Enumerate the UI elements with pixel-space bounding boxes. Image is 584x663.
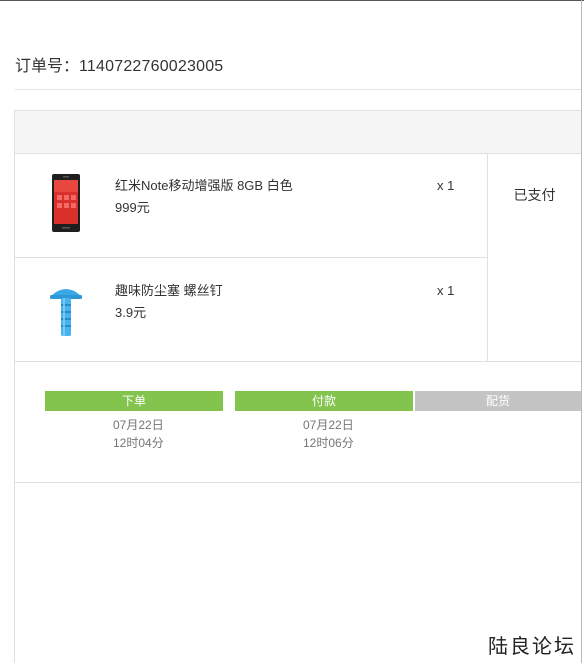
item-price: 999元: [115, 200, 150, 215]
progress-step-picking: 配货: [415, 391, 581, 411]
order-status-column: 已支付: [487, 153, 581, 361]
progress-step-time: 12时04分: [113, 436, 164, 450]
payment-status: 已支付: [513, 187, 556, 203]
order-box-header: [15, 111, 581, 154]
order-number-label: 订单号：: [15, 58, 80, 75]
item-name[interactable]: 趣味防尘塞 螺丝钉: [115, 280, 223, 299]
order-progress-tracker: 下单 07月22日 12时04分 付款 07月22日 12时06分 配货: [15, 361, 581, 483]
progress-step-date: 07月22日: [113, 418, 164, 432]
progress-step-payment: 付款 07月22日 12时06分: [235, 391, 413, 452]
order-item-list: 红米Note移动增强版 8GB 白色 999元 x 1 趣味防尘塞 螺丝钉 3.…: [15, 153, 487, 361]
item-price: 3.9元: [115, 305, 147, 320]
order-item[interactable]: 红米Note移动增强版 8GB 白色 999元 x 1: [15, 153, 487, 257]
progress-step-time: 12时06分: [303, 436, 354, 450]
item-quantity: x 1: [437, 178, 455, 193]
order-number-value: 1140722760023005: [79, 58, 224, 75]
item-quantity: x 1: [437, 283, 455, 298]
window-right-border: [581, 0, 582, 663]
progress-step-label: 下单: [45, 391, 223, 411]
progress-step-label: 配货: [415, 391, 581, 411]
order-item[interactable]: 趣味防尘塞 螺丝钉 3.9元 x 1: [15, 257, 487, 361]
progress-step-date: 07月22日: [303, 418, 354, 432]
blue-screw-plug-icon[interactable]: [43, 276, 89, 342]
forum-watermark: 陆良论坛: [488, 634, 576, 658]
header-divider: [15, 89, 581, 90]
progress-step-order: 下单 07月22日 12时04分: [45, 391, 223, 452]
progress-step-label: 付款: [235, 391, 413, 411]
order-number-header: 订单号：1140722760023005: [15, 52, 223, 76]
window-top-border: [0, 0, 584, 1]
red-phone-icon[interactable]: [43, 171, 89, 237]
order-detail-box: 红米Note移动增强版 8GB 白色 999元 x 1 趣味防尘塞 螺丝钉 3.…: [14, 110, 581, 663]
item-name[interactable]: 红米Note移动增强版 8GB 白色: [115, 175, 293, 194]
